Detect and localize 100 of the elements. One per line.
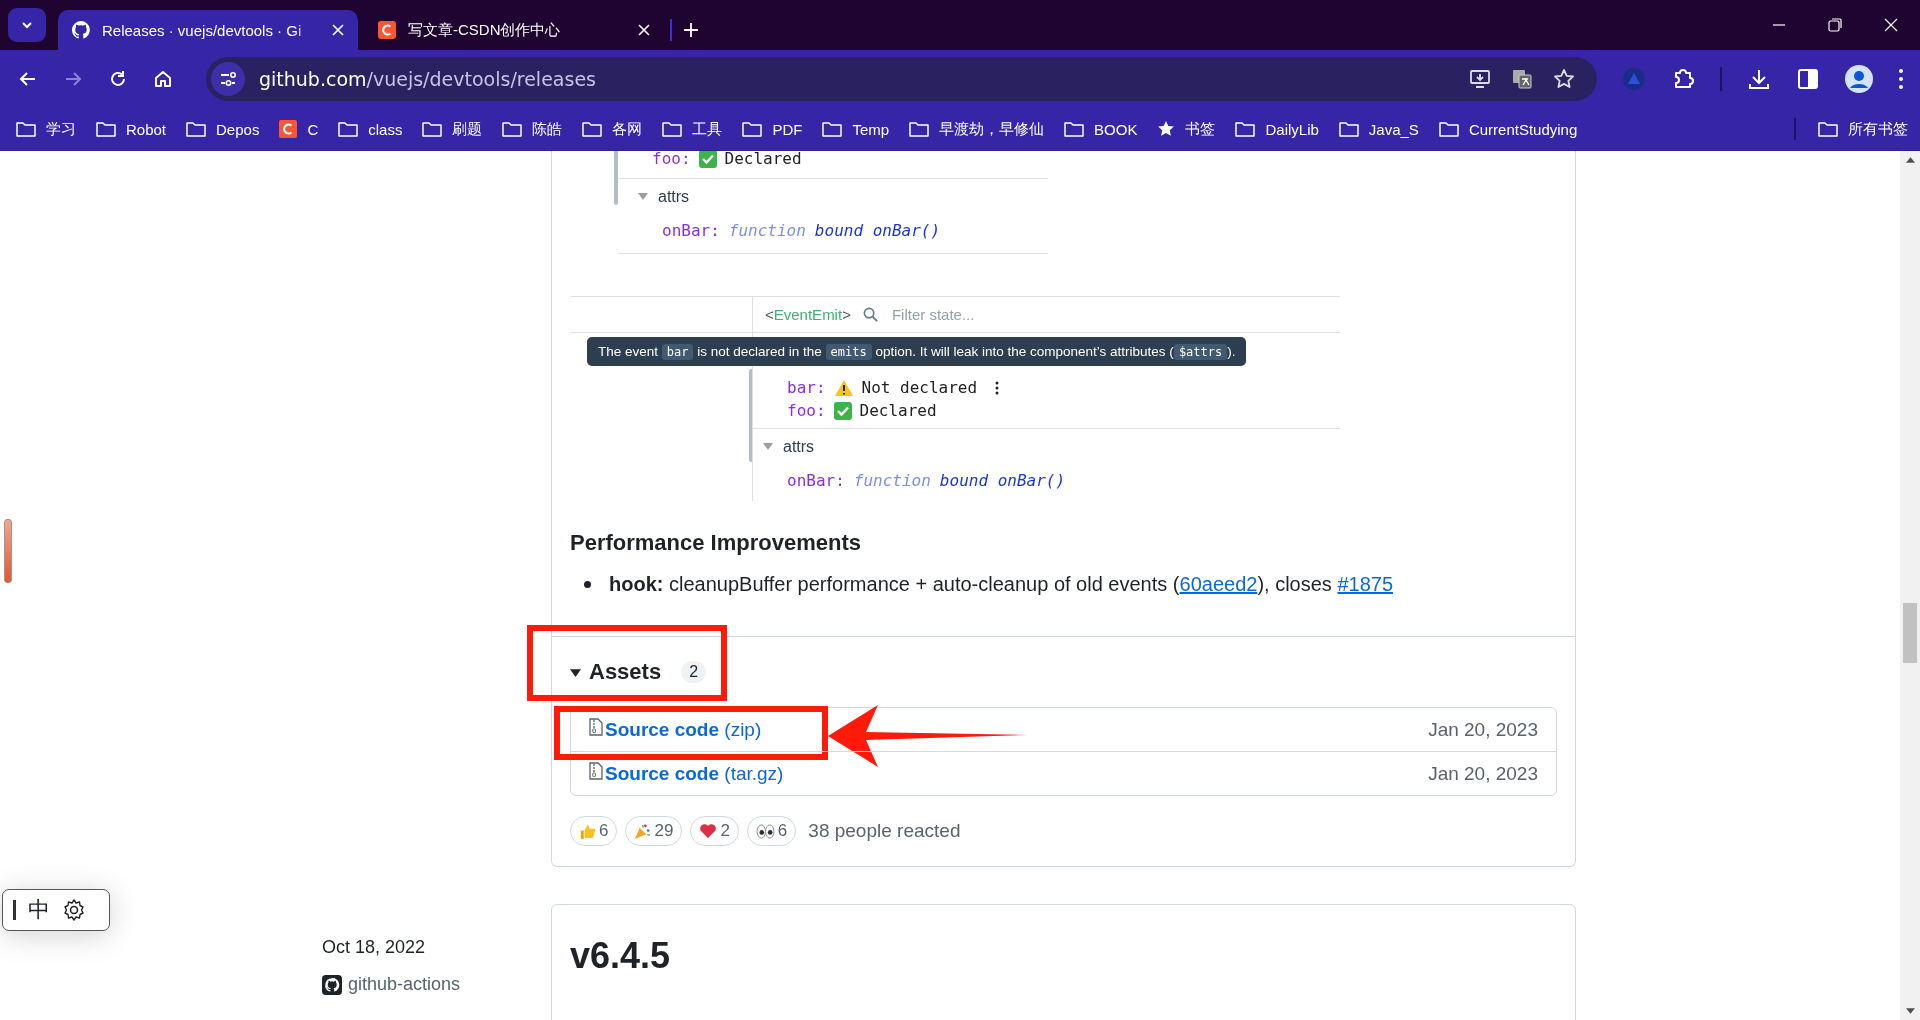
browser-tab[interactable]: 写文章-CSDN创作中心	[364, 10, 664, 50]
state-row-text: onBar: function bound onBar()	[786, 469, 1067, 492]
reaction-button[interactable]: 29	[625, 816, 683, 846]
state-row: bar: Not declared	[753, 376, 1340, 399]
star-icon	[1157, 120, 1176, 138]
address-bar[interactable]: github.com/vuejs/devtools/releases	[206, 57, 1597, 101]
bookmark-item[interactable]: DailyLib	[1235, 120, 1319, 138]
bookmark-item[interactable]: 刷题	[422, 119, 483, 139]
reaction-button[interactable]: 6	[570, 816, 618, 846]
close-icon[interactable]	[1884, 18, 1898, 32]
scroll-down-icon[interactable]	[1905, 1008, 1915, 1014]
component-name: <EventEmit>	[765, 306, 851, 323]
restore-icon[interactable]	[1828, 18, 1842, 32]
bookmark-item[interactable]: C	[279, 120, 319, 138]
browser-tab[interactable]: Releases · vuejs/devtools · Gi	[58, 10, 358, 50]
commit-link[interactable]: #1875	[1337, 573, 1394, 595]
bookmark-item[interactable]: Depos	[186, 120, 260, 138]
asset-link[interactable]: Source code (zip)	[605, 718, 762, 741]
profile-avatar-icon[interactable]	[1845, 65, 1873, 93]
bookmark-item[interactable]: 工具	[662, 119, 723, 139]
folder-icon	[742, 121, 763, 137]
bookmark-item[interactable]: 各网	[582, 119, 643, 139]
install-app-icon[interactable]	[1469, 68, 1491, 90]
close-icon[interactable]	[638, 24, 650, 36]
folder-icon	[422, 121, 443, 137]
bookmark-item[interactable]: Temp	[822, 120, 890, 138]
caret-icon	[638, 193, 648, 201]
asset-date: Jan 20, 2023	[1428, 762, 1538, 785]
bookmark-item[interactable]: 早渡劫，早修仙	[909, 119, 1045, 139]
csdn-logo-icon	[279, 120, 298, 138]
party-popper-icon	[634, 822, 652, 840]
reload-icon[interactable]	[108, 69, 128, 89]
bookmark-item[interactable]: class	[338, 120, 403, 138]
heart-icon	[699, 823, 718, 839]
state-row-text: onBar: function bound onBar()	[661, 219, 942, 242]
bookmark-item[interactable]: 学习	[16, 119, 76, 139]
eyes-icon	[755, 823, 775, 839]
translate-icon[interactable]	[1511, 68, 1533, 90]
close-icon[interactable]	[332, 24, 344, 36]
folder-icon	[909, 121, 930, 137]
folder-icon	[582, 121, 603, 137]
file-zip-icon	[589, 761, 603, 780]
release-title: v6.4.5	[570, 935, 672, 977]
bookmark-item[interactable]: 书签	[1157, 119, 1216, 139]
bookmark-item[interactable]: PDF	[742, 120, 803, 138]
state-row-text: foo: Declared	[786, 400, 938, 422]
reaction-button[interactable]: 6	[746, 816, 797, 846]
url-text: github.com/vuejs/devtools/releases	[259, 68, 596, 90]
attrs-section-label[interactable]: attrs	[618, 179, 1048, 215]
scrollbar[interactable]	[1900, 151, 1920, 1020]
folder-icon	[1818, 121, 1838, 137]
reaction-button[interactable]: 2	[690, 816, 739, 846]
release-date: Oct 18, 2022	[322, 937, 427, 958]
ime-mode-label[interactable]: 中	[28, 895, 50, 925]
all-bookmarks-item[interactable]: 所有书签	[1818, 119, 1908, 139]
changelog-entry: hook: cleanupBuffer performance + auto-cleanup of old events (60aeed2), closes #1875	[609, 572, 1394, 597]
asset-date: Jan 20, 2023	[1428, 718, 1538, 741]
folder-icon	[16, 121, 36, 137]
folder-icon	[502, 121, 523, 137]
author-link[interactable]: github-actions	[322, 974, 551, 995]
count-badge: 2	[681, 661, 707, 683]
csdn-logo-icon	[378, 21, 396, 39]
scrollbar-thumb[interactable]	[1903, 603, 1917, 663]
warning-icon	[833, 378, 854, 397]
bookmark-item[interactable]: Java_S	[1338, 120, 1419, 138]
home-icon[interactable]	[153, 69, 173, 89]
new-tab-icon[interactable]	[684, 23, 698, 37]
tab-search-button[interactable]	[8, 8, 46, 42]
folder-icon	[822, 121, 843, 137]
tooltip: The event bar is not declared in the emits option. It will leak into the component’s attributes ( $attrs ).	[587, 337, 1247, 366]
tab-title: 写文章-CSDN创作中心	[408, 20, 562, 40]
ime-toolbar[interactable]: 中	[2, 889, 110, 931]
menu-icon[interactable]	[1898, 68, 1904, 90]
bookmark-star-icon[interactable]	[1553, 68, 1575, 90]
site-settings-icon[interactable]	[211, 62, 245, 96]
attrs-section-label[interactable]: attrs	[753, 429, 1340, 465]
bookmark-item[interactable]: Robot	[96, 120, 167, 138]
bookmark-item[interactable]: BOOK	[1064, 120, 1138, 138]
assets-toggle[interactable]: Assets	[570, 659, 662, 685]
bookmark-item[interactable]: CurrentStudying	[1438, 120, 1578, 138]
github-icon	[322, 974, 342, 995]
asset-link[interactable]: Source code (tar.gz)	[605, 762, 784, 785]
thumbs-up-icon	[579, 822, 596, 840]
caret-icon	[763, 443, 773, 451]
folder-icon	[96, 121, 116, 137]
check-icon	[833, 401, 852, 420]
tab-title: Releases · vuejs/devtools · Gi	[102, 21, 303, 39]
search-icon	[862, 307, 878, 322]
download-icon[interactable]	[1747, 67, 1771, 91]
bookmark-item[interactable]: 陈皓	[502, 119, 563, 139]
reactions-summary: 38 people reacted	[808, 820, 961, 842]
section-heading: Performance Improvements	[570, 529, 862, 557]
bullet-icon	[584, 580, 591, 588]
side-panel-icon[interactable]	[1796, 67, 1820, 91]
settings-icon[interactable]	[62, 898, 86, 922]
kebab-icon[interactable]	[995, 380, 1000, 395]
filter-field[interactable]: Filter state...	[889, 305, 1094, 324]
scroll-up-icon[interactable]	[1905, 157, 1915, 163]
side-handle[interactable]	[4, 519, 12, 583]
cursor-icon	[13, 900, 16, 920]
